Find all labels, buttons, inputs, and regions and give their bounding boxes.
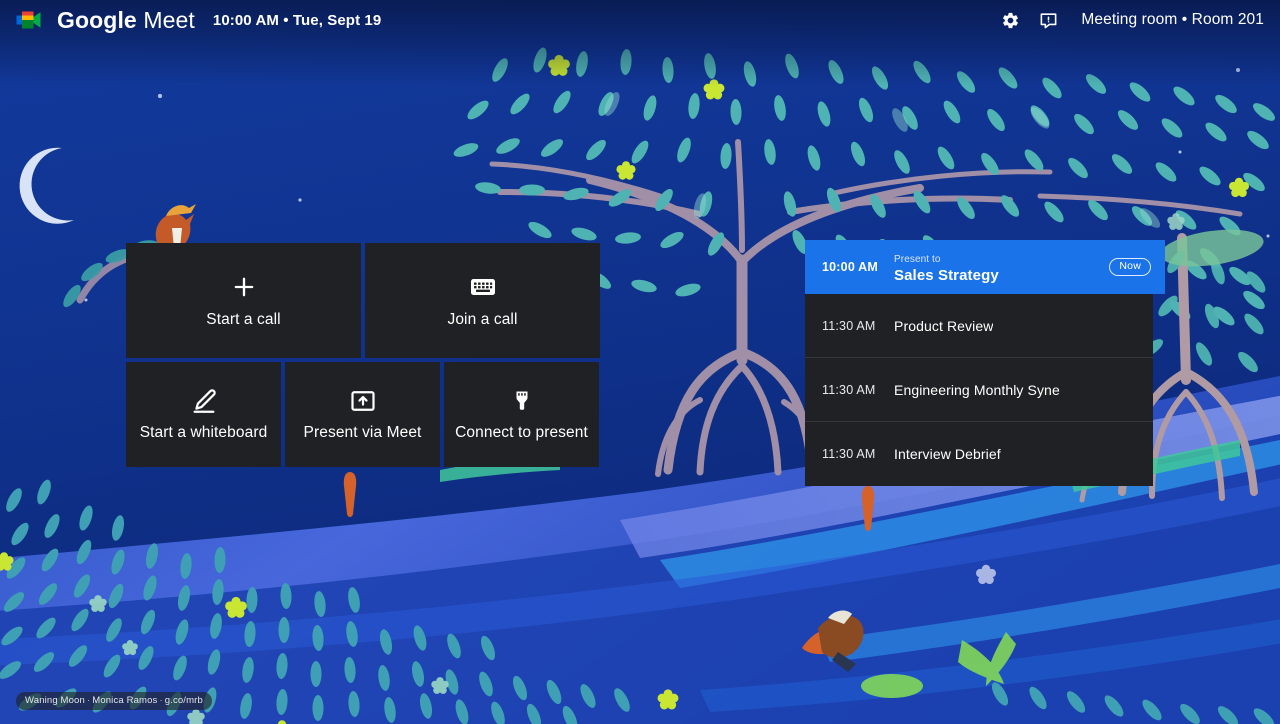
top-bar: Google Meet 10:00 AM • Tue, Sept 19 Meet…	[0, 0, 1280, 40]
attribution-separator-2: ·	[157, 695, 164, 706]
artwork-link[interactable]: g.co/mrb	[165, 695, 203, 706]
agenda-row-time: 11:30 AM	[822, 319, 894, 333]
plus-icon	[230, 272, 258, 302]
hdmi-cable-icon	[509, 387, 535, 415]
present-screen-icon	[349, 387, 377, 415]
brand: Google Meet	[16, 7, 195, 33]
gear-icon[interactable]	[999, 9, 1021, 31]
present-via-meet-tile[interactable]: Present via Meet	[285, 362, 440, 467]
agenda-current-text: Present to Sales Strategy	[894, 249, 1109, 286]
connect-to-present-label: Connect to present	[455, 424, 588, 442]
meet-room-display: Google Meet 10:00 AM • Tue, Sept 19 Meet…	[0, 0, 1280, 724]
start-a-call-label: Start a call	[206, 311, 280, 329]
keyboard-icon	[469, 272, 497, 302]
action-tiles: Start a call	[126, 243, 600, 467]
agenda-row-title: Engineering Monthly Syne	[894, 382, 1060, 398]
agenda-row[interactable]: 11:30 AM Interview Debrief	[805, 422, 1153, 486]
agenda-row[interactable]: 11:30 AM Engineering Monthly Syne	[805, 358, 1153, 422]
artwork-title: Waning Moon	[25, 695, 85, 706]
agenda-row-time: 11:30 AM	[822, 383, 894, 397]
tile-row-secondary: Start a whiteboard Present via Meet	[126, 362, 600, 467]
agenda-current-time: 10:00 AM	[822, 260, 894, 274]
google-meet-logo	[16, 7, 46, 33]
header-actions: Meeting room • Room 201	[999, 9, 1264, 31]
agenda-current-kicker: Present to	[894, 254, 941, 265]
join-a-call-label: Join a call	[447, 311, 517, 329]
present-via-meet-label: Present via Meet	[304, 424, 422, 442]
start-a-whiteboard-label: Start a whiteboard	[140, 424, 268, 442]
agenda-row-time: 11:30 AM	[822, 447, 894, 461]
artwork-attribution: Waning Moon·Monica Ramos·g.co/mrb	[16, 692, 212, 710]
agenda-panel: 10:00 AM Present to Sales Strategy Now 1…	[805, 240, 1165, 486]
agenda-row-title: Product Review	[894, 318, 993, 334]
tile-row-primary: Start a call	[126, 243, 600, 358]
agenda-row[interactable]: 11:30 AM Product Review	[805, 294, 1153, 358]
agenda-current-event[interactable]: 10:00 AM Present to Sales Strategy Now	[805, 240, 1165, 294]
artwork-artist: Monica Ramos	[92, 695, 157, 706]
agenda-row-title: Interview Debrief	[894, 446, 1001, 462]
agenda-current-title: Sales Strategy	[894, 267, 1109, 286]
feedback-icon[interactable]	[1037, 9, 1059, 31]
brand-wordmark: Google Meet	[57, 9, 195, 32]
brand-meet: Meet	[143, 7, 195, 33]
brand-google: Google	[57, 7, 137, 33]
start-a-call-tile[interactable]: Start a call	[126, 243, 361, 358]
clock-date: 10:00 AM • Tue, Sept 19	[213, 13, 381, 28]
agenda-upcoming-list: 11:30 AM Product Review 11:30 AM Enginee…	[805, 294, 1153, 486]
now-badge: Now	[1109, 258, 1151, 276]
room-name-label: Meeting room • Room 201	[1081, 11, 1264, 29]
attribution-separator-1: ·	[85, 695, 92, 706]
connect-to-present-tile[interactable]: Connect to present	[444, 362, 599, 467]
start-a-whiteboard-tile[interactable]: Start a whiteboard	[126, 362, 281, 467]
join-a-call-tile[interactable]: Join a call	[365, 243, 600, 358]
pencil-icon	[190, 387, 218, 415]
